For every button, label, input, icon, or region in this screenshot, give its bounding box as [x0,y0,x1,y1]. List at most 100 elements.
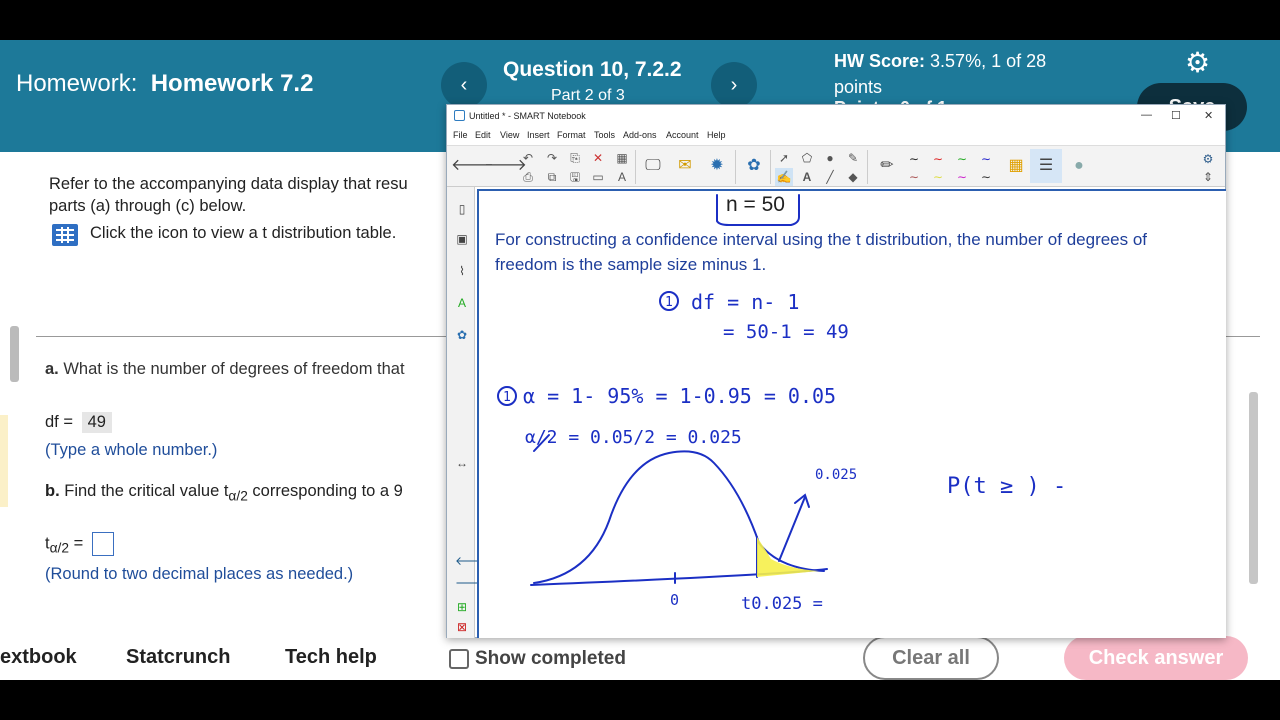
color-palette-icon[interactable]: ▦ [1000,149,1032,183]
menu-help[interactable]: Help [707,130,726,140]
pen-green-icon[interactable]: ∼ [953,150,971,168]
pen-mode-icon[interactable]: ✍ [775,168,793,186]
clear-all-button[interactable]: Clear all [863,636,999,680]
notebook-logo-icon [454,110,465,121]
display-icon[interactable]: ▭ [589,168,607,186]
chevron-right-icon: › [730,74,738,96]
toolbar-expand-icon[interactable]: ⇕ [1199,168,1217,186]
zero-label: 0 [670,591,679,609]
left-scrollbar[interactable] [10,326,19,382]
pen-red-icon[interactable]: ∼ [929,150,947,168]
check-answer-button[interactable]: Check answer [1064,636,1248,680]
gallery-icon[interactable]: ▣ [455,231,469,247]
smart-notebook-window: Untitled * - SMART Notebook — ☐ ✕ File E… [446,104,1226,638]
next-page-icon[interactable]: 🡒 [455,575,487,591]
gear-icon[interactable]: ⚙ [1185,46,1210,79]
activity-builder-icon[interactable]: ✉ [669,149,701,183]
shape-icon[interactable]: ⬠ [798,149,816,167]
part-b-label: b. [45,482,60,500]
sidebar-addons-icon[interactable]: ✿ [455,327,469,343]
addons-icon[interactable]: ✿ [738,149,770,183]
delete-icon[interactable]: ✕ [589,149,607,167]
text-format-icon[interactable]: A [613,168,631,186]
toolbar-settings-icon[interactable]: ⚙ [1199,150,1217,168]
line-tool-icon[interactable]: ╱ [821,168,839,186]
menu-tools[interactable]: Tools [594,130,615,140]
homework-label: Homework: [16,70,138,97]
menu-addons[interactable]: Add-ons [623,130,657,140]
minimize-icon[interactable]: — [1141,109,1152,121]
part-a-question: a. What is the number of degrees of free… [45,360,405,380]
copy-icon[interactable]: ⧉ [543,168,561,186]
textbook-link[interactable]: extbook [0,646,77,669]
text-tool-icon[interactable]: A [798,168,816,186]
t-subscript: α/2 [49,540,70,556]
part-a-text: What is the number of degrees of freedom… [63,360,405,378]
magic-pen-icon[interactable]: ✎ [844,149,862,167]
statcrunch-link[interactable]: Statcrunch [126,646,230,669]
pen-yellow-icon[interactable]: ∼ [929,168,947,186]
half-alpha-formula: α/2 = 0.05/2 = 0.025 [525,427,742,448]
paste-icon[interactable]: ⎙ [519,168,537,186]
save-file-icon[interactable]: 🖫 [566,168,584,186]
back-arrow-icon[interactable]: 🡐 [451,149,494,183]
menu-format[interactable]: Format [557,130,586,140]
show-completed-label[interactable]: Show completed [475,648,626,670]
redo-icon[interactable]: ↷ [543,149,561,167]
menu-insert[interactable]: Insert [527,130,550,140]
previous-page-icon[interactable]: 🡐 [455,553,487,569]
right-scrollbar[interactable] [1249,392,1258,584]
line-style-icon[interactable]: ☰ [1030,149,1062,183]
show-completed-checkbox[interactable] [449,649,469,669]
footer-bar: extbook Statcrunch Tech help Show comple… [0,636,1280,680]
properties-icon[interactable]: A [455,295,469,311]
t-distribution-curve [533,450,825,584]
menu-account[interactable]: Account [666,130,699,140]
close-icon[interactable]: ✕ [1204,109,1213,122]
previous-question-button[interactable]: ‹ [441,62,487,108]
part-b-text: Find the critical value t [64,482,229,500]
document-camera-icon[interactable]: 🖵 [637,149,669,183]
pen-brown-icon[interactable]: ∼ [905,168,923,186]
critical-t-label: t0.025 = [741,594,823,614]
t-critical-input[interactable] [91,532,114,556]
next-question-button[interactable]: › [711,62,757,108]
maximize-icon[interactable]: ☐ [1171,109,1181,122]
fill-icon[interactable]: ● [821,149,839,167]
table-link[interactable]: Click the icon to view a t distribution … [90,224,396,243]
resize-sidebar-icon[interactable]: ↔ [455,455,469,471]
menu-edit[interactable]: Edit [475,130,491,140]
table-insert-icon[interactable]: ▦ [613,149,631,167]
menu-view[interactable]: View [500,130,519,140]
tech-help-link[interactable]: Tech help [285,646,377,669]
select-pointer-icon[interactable]: ➚ [775,149,793,167]
attachments-icon[interactable]: ⌇ [455,263,469,279]
notebook-sidebar: ▯ ▣ ⌇ A ✿ ↔ 🡐 🡒 ⊞ ⊠ [447,187,487,638]
pen-blue-icon[interactable]: ∼ [977,150,995,168]
forward-arrow-icon[interactable]: 🡒 [484,149,527,183]
part-b-question: b. Find the critical value tα/2 correspo… [45,482,403,503]
df-answer[interactable]: 49 [81,412,112,433]
delete-page-icon[interactable]: ⊠ [455,619,469,635]
eraser-icon[interactable]: ◆ [844,168,862,186]
notebook-page-canvas[interactable]: For constructing a confidence interval u… [477,189,1226,638]
pen-magenta-icon[interactable]: ∼ [953,168,971,186]
df-formula: df = n- 1 [691,290,799,314]
page-sorter-icon[interactable]: ▯ [455,201,469,217]
df-result: = 50-1 = 49 [723,321,849,343]
texture-icon[interactable]: ● [1063,149,1095,183]
response-icon[interactable]: ✹ [701,149,733,183]
t-hint: (Round to two decimal places as needed.) [45,565,354,583]
undo-icon[interactable]: ↶ [519,149,537,167]
pen-dashed-icon[interactable]: ∼ [977,168,995,186]
screen-shade-icon[interactable]: ⎘ [566,149,584,167]
add-page-icon[interactable]: ⊞ [455,599,469,615]
table-icon[interactable] [52,224,78,246]
ink-layer: n = 50 1 df = n- 1 = 50-1 = 49 1 α = 1- … [497,193,1066,614]
n-box-label: n = 50 [726,193,785,216]
pen-icon[interactable]: ✏ [871,149,903,183]
menu-file[interactable]: File [453,130,468,140]
homework-title: Homework: Homework 7.2 [16,70,313,98]
pen-black-icon[interactable]: ∼ [905,150,923,168]
question-title: Question 10, 7.2.2 [503,58,682,81]
